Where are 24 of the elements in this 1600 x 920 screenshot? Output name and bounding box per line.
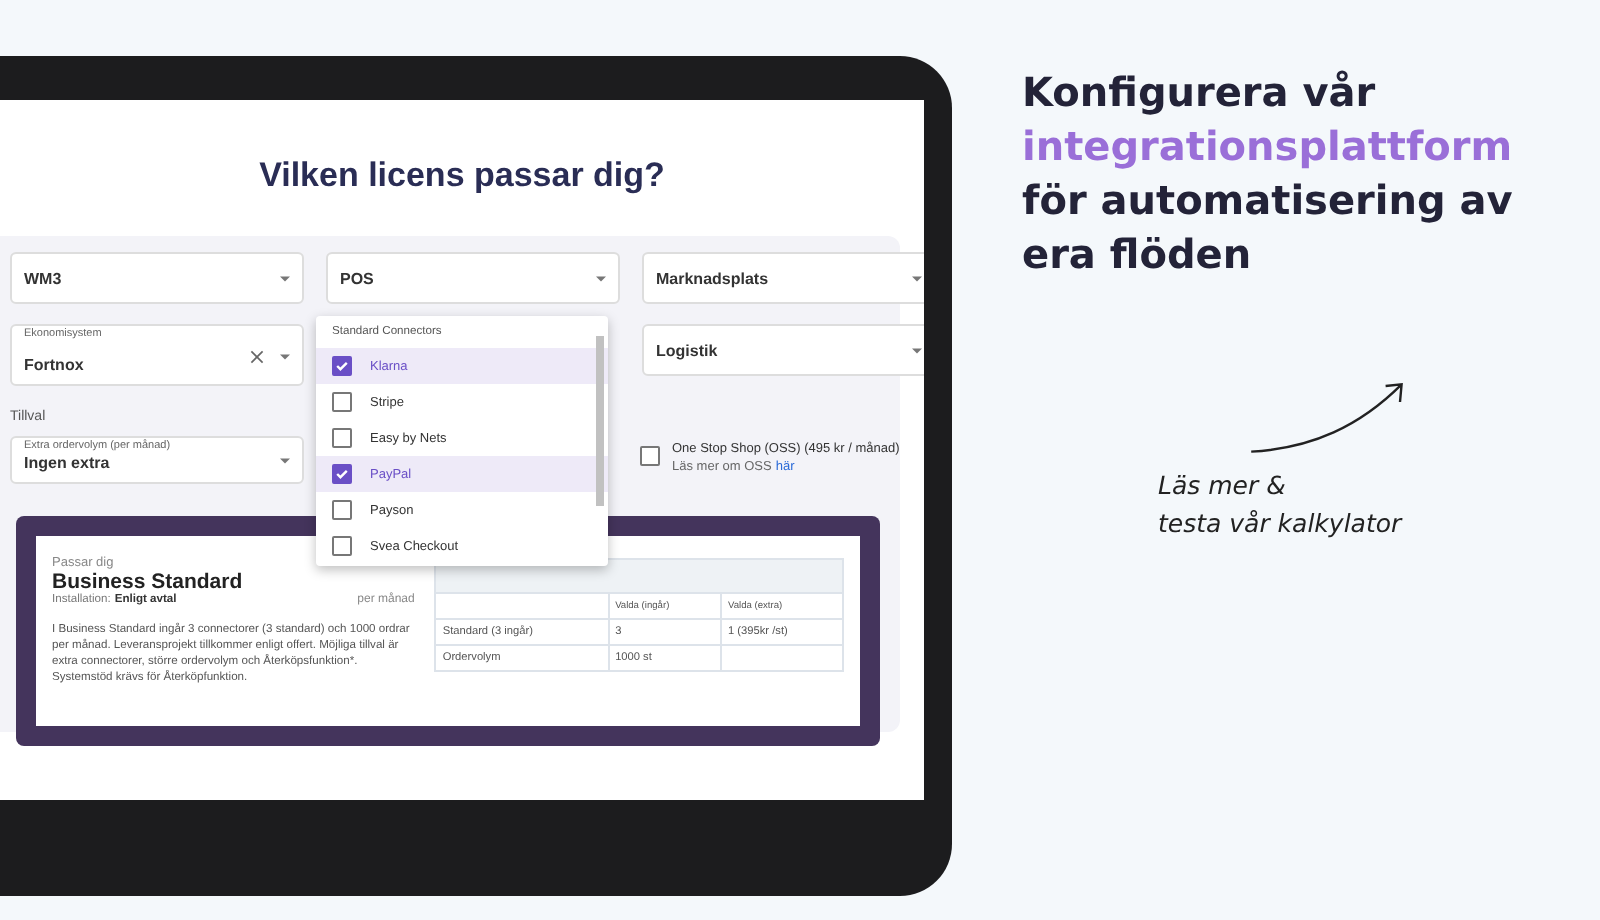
- caret-icon: [280, 353, 290, 359]
- select-field[interactable]: WM3: [10, 252, 304, 304]
- caret-icon: [912, 347, 922, 353]
- checkbox[interactable]: [332, 392, 352, 412]
- cta-text[interactable]: testa vår kalkylator: [1158, 504, 1402, 542]
- checkbox[interactable]: [332, 500, 352, 520]
- checkbox[interactable]: [332, 428, 352, 448]
- promo-headline: Konfigurera vår integrationsplattform för automatisering av era flöden: [1022, 66, 1515, 282]
- select-field[interactable]: Logistik: [642, 324, 924, 376]
- checkbox[interactable]: [640, 446, 660, 466]
- select-field[interactable]: POS: [326, 252, 620, 304]
- caret-icon: [596, 275, 606, 281]
- plan-name: Business Standard: [52, 570, 243, 594]
- select-field[interactable]: Marknadsplats: [642, 252, 924, 304]
- clear-icon[interactable]: [250, 349, 264, 363]
- checkbox[interactable]: [332, 536, 352, 556]
- caret-icon: [280, 275, 290, 281]
- scrollbar[interactable]: [596, 336, 604, 506]
- checkbox[interactable]: [332, 356, 352, 376]
- caret-icon: [912, 275, 922, 281]
- page-heading: Vilken licens passar dig?: [257, 156, 667, 196]
- checkbox[interactable]: [332, 464, 352, 484]
- cta-text[interactable]: Läs mer &: [1158, 466, 1286, 504]
- caret-icon: [280, 458, 290, 464]
